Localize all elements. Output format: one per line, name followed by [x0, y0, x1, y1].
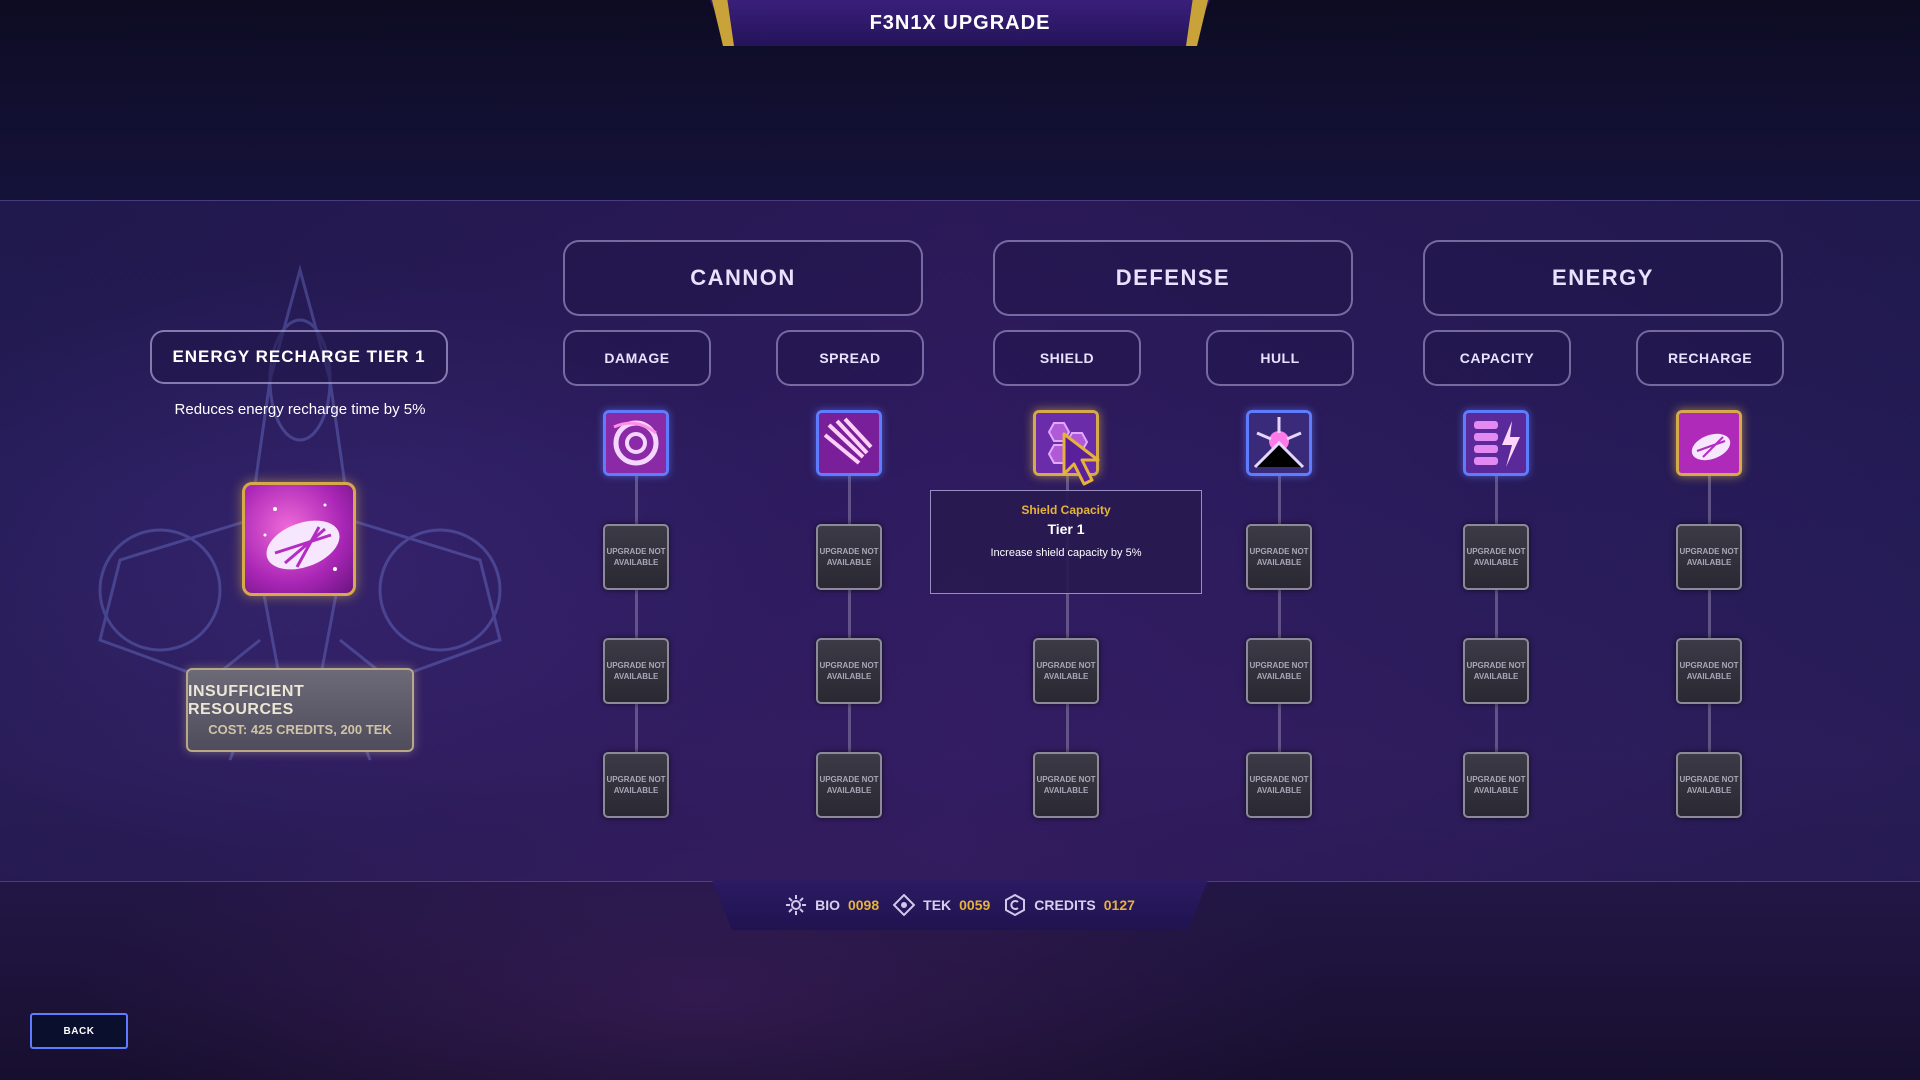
tooltip-description: Increase shield capacity by 5%	[990, 547, 1142, 559]
bio-icon	[786, 895, 807, 915]
capacity-upgrade-tier1-button[interactable]	[1463, 410, 1529, 476]
back-button-label: BACK	[63, 1025, 95, 1037]
hull-tier4-locked-slot[interactable]: UPGRADE NOT AVAILABLE	[1246, 752, 1312, 818]
tab-capacity[interactable]: CAPACITY	[1423, 330, 1571, 386]
category-defense: DEFENSE	[993, 240, 1353, 316]
insufficient-resources-button[interactable]: INSUFFICIENT RESOURCES COST: 425 CREDITS…	[186, 668, 414, 752]
category-cannon-label: CANNON	[690, 265, 796, 290]
shield-tier4-locked-slot[interactable]: UPGRADE NOT AVAILABLE	[1033, 752, 1099, 818]
locked-slot-label: UPGRADE NOT AVAILABLE	[606, 775, 666, 795]
hull-upgrade-tier1-button[interactable]	[1246, 410, 1312, 476]
tab-damage[interactable]: DAMAGE	[563, 330, 711, 386]
spread-upgrade-tier1-button[interactable]	[816, 410, 882, 476]
tab-shield-label: SHIELD	[1039, 350, 1095, 366]
damage-tree-line	[635, 476, 638, 776]
upgrade-cost-label: COST: 425 CREDITS, 200 TEK	[208, 722, 392, 737]
category-cannon: CANNON	[563, 240, 923, 316]
resource-tek: TEK 0059	[893, 894, 990, 916]
spread-tier4-locked-slot[interactable]: UPGRADE NOT AVAILABLE	[816, 752, 882, 818]
capacity-tier2-locked-slot[interactable]: UPGRADE NOT AVAILABLE	[1463, 524, 1529, 590]
resource-bio-value: 0098	[847, 897, 880, 913]
locked-slot-label: UPGRADE NOT AVAILABLE	[606, 547, 666, 567]
shield-capacity-tooltip: Shield Capacity Tier 1 Increase shield c…	[930, 490, 1202, 594]
back-button[interactable]: BACK	[30, 1013, 128, 1049]
recharge-tier3-locked-slot[interactable]: UPGRADE NOT AVAILABLE	[1676, 638, 1742, 704]
hull-tier2-locked-slot[interactable]: UPGRADE NOT AVAILABLE	[1246, 524, 1312, 590]
category-energy-label: ENERGY	[1552, 265, 1654, 290]
damage-upgrade-tier1-button[interactable]	[603, 410, 669, 476]
locked-slot-label: UPGRADE NOT AVAILABLE	[606, 661, 666, 681]
page-title-text: F3N1X UPGRADE	[869, 11, 1051, 34]
recharge-upgrade-tier1-button[interactable]	[1676, 410, 1742, 476]
tab-spread[interactable]: SPREAD	[776, 330, 924, 386]
locked-slot-label: UPGRADE NOT AVAILABLE	[1036, 661, 1096, 681]
energy-recharge-icon	[242, 482, 356, 596]
credits-icon	[1005, 894, 1026, 916]
locked-slot-label: UPGRADE NOT AVAILABLE	[1679, 547, 1739, 567]
selected-upgrade-title-text: ENERGY RECHARGE TIER 1	[172, 347, 426, 366]
resource-credits: CREDITS 0127	[1004, 894, 1135, 916]
locked-slot-label: UPGRADE NOT AVAILABLE	[1249, 547, 1309, 567]
tab-recharge-label: RECHARGE	[1667, 350, 1753, 366]
hull-tier3-locked-slot[interactable]: UPGRADE NOT AVAILABLE	[1246, 638, 1312, 704]
tab-shield[interactable]: SHIELD	[993, 330, 1141, 386]
locked-slot-label: UPGRADE NOT AVAILABLE	[819, 775, 879, 795]
damage-target-icon	[606, 413, 666, 473]
recharge-tier2-locked-slot[interactable]: UPGRADE NOT AVAILABLE	[1676, 524, 1742, 590]
locked-slot-label: UPGRADE NOT AVAILABLE	[1249, 661, 1309, 681]
locked-slot-label: UPGRADE NOT AVAILABLE	[1466, 775, 1526, 795]
selected-upgrade-title: ENERGY RECHARGE TIER 1	[150, 330, 448, 384]
tooltip-tier: Tier 1	[1047, 521, 1085, 537]
tab-spread-label: SPREAD	[819, 350, 881, 366]
resource-bar: BIO 0098 TEK 0059 CREDITS 0127	[712, 880, 1208, 930]
capacity-tier3-locked-slot[interactable]: UPGRADE NOT AVAILABLE	[1463, 638, 1529, 704]
capacity-tree-line	[1495, 476, 1498, 776]
hull-impact-icon	[1249, 413, 1309, 473]
locked-slot-label: UPGRADE NOT AVAILABLE	[1466, 661, 1526, 681]
locked-slot-label: UPGRADE NOT AVAILABLE	[819, 661, 879, 681]
shield-tier3-locked-slot[interactable]: UPGRADE NOT AVAILABLE	[1033, 638, 1099, 704]
tab-recharge[interactable]: RECHARGE	[1636, 330, 1784, 386]
resource-tek-label: TEK	[923, 897, 952, 913]
damage-tier2-locked-slot[interactable]: UPGRADE NOT AVAILABLE	[603, 524, 669, 590]
damage-tier4-locked-slot[interactable]: UPGRADE NOT AVAILABLE	[603, 752, 669, 818]
locked-slot-label: UPGRADE NOT AVAILABLE	[1036, 775, 1096, 795]
recharge-tree-line	[1708, 476, 1711, 776]
tek-icon	[893, 894, 916, 916]
locked-slot-label: UPGRADE NOT AVAILABLE	[1679, 775, 1739, 795]
resource-credits-value: 0127	[1103, 897, 1135, 913]
recharge-tier4-locked-slot[interactable]: UPGRADE NOT AVAILABLE	[1676, 752, 1742, 818]
spread-tier3-locked-slot[interactable]: UPGRADE NOT AVAILABLE	[816, 638, 882, 704]
selected-upgrade-description: Reduces energy recharge time by 5%	[174, 401, 426, 418]
hull-tree-line	[1278, 476, 1281, 776]
locked-slot-label: UPGRADE NOT AVAILABLE	[1466, 547, 1526, 567]
spread-tree-line	[848, 476, 851, 776]
locked-slot-label: UPGRADE NOT AVAILABLE	[819, 547, 879, 567]
tab-hull[interactable]: HULL	[1206, 330, 1354, 386]
spread-tier2-locked-slot[interactable]: UPGRADE NOT AVAILABLE	[816, 524, 882, 590]
resource-bio: BIO 0098	[785, 894, 879, 916]
category-energy: ENERGY	[1423, 240, 1783, 316]
tab-hull-label: HULL	[1260, 350, 1300, 366]
damage-tier3-locked-slot[interactable]: UPGRADE NOT AVAILABLE	[603, 638, 669, 704]
resource-credits-label: CREDITS	[1034, 897, 1096, 913]
page-title: F3N1X UPGRADE	[710, 0, 1210, 46]
spread-burst-icon	[819, 413, 879, 473]
recharge-disc-icon	[1679, 413, 1739, 473]
tooltip-upgrade-name: Shield Capacity	[1021, 503, 1111, 517]
locked-slot-label: UPGRADE NOT AVAILABLE	[1249, 775, 1309, 795]
category-defense-label: DEFENSE	[1115, 265, 1231, 290]
battery-capacity-icon	[1466, 413, 1526, 473]
capacity-tier4-locked-slot[interactable]: UPGRADE NOT AVAILABLE	[1463, 752, 1529, 818]
resource-bio-label: BIO	[815, 897, 840, 913]
tab-capacity-label: CAPACITY	[1459, 350, 1535, 366]
tab-damage-label: DAMAGE	[604, 350, 670, 366]
mouse-cursor-icon	[1062, 432, 1100, 486]
resource-tek-value: 0059	[959, 897, 991, 913]
locked-slot-label: UPGRADE NOT AVAILABLE	[1679, 661, 1739, 681]
insufficient-resources-label: INSUFFICIENT RESOURCES	[188, 683, 305, 718]
